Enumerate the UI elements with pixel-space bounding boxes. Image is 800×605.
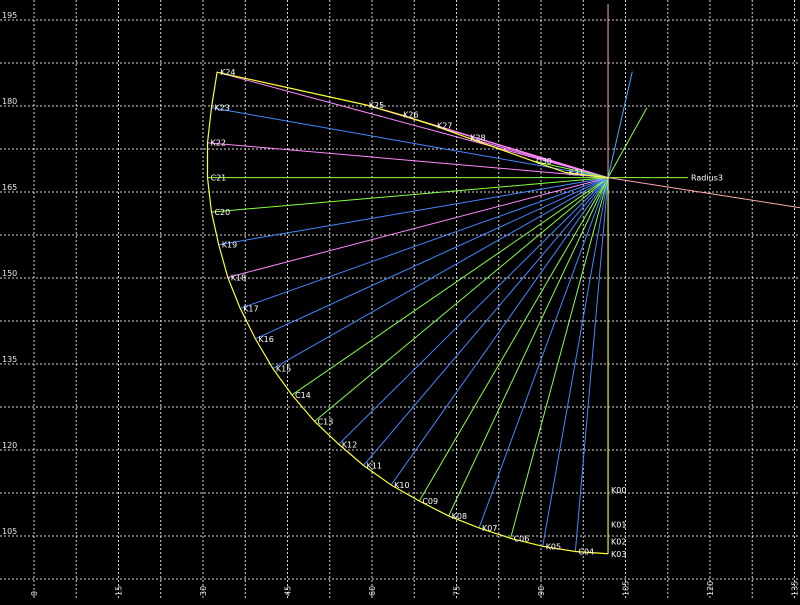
extra-ray: [607, 71, 633, 178]
spoke-line: [211, 177, 609, 213]
point-label: K01: [611, 521, 626, 530]
point-label: K22: [211, 139, 226, 148]
point-label: K08: [452, 512, 467, 521]
spoke-line: [510, 177, 609, 539]
x-tick-label: 90: [537, 586, 546, 596]
point-label: K07: [482, 524, 497, 533]
horizontal-grid: [0, 19, 800, 580]
ray-label: Radius3: [691, 174, 723, 183]
point-label: K00: [611, 486, 626, 495]
point-label: C13: [318, 417, 334, 426]
x-tick-label: 0: [30, 591, 39, 596]
point-label: K23: [214, 104, 229, 113]
point-label: K03: [611, 550, 626, 559]
point-label: K18: [231, 273, 246, 282]
x-tick-label: 30: [199, 586, 208, 596]
plot-canvas[interactable]: 0 15 30 45 60 75 90 105 120 135 195 180 165 150 135 12…: [0, 0, 800, 600]
spoke-line: [574, 177, 609, 552]
point-label: K26: [403, 111, 418, 120]
point-label: K25: [369, 101, 384, 110]
axis-lines: [607, 3, 800, 554]
x-tick-label: 75: [453, 586, 462, 596]
point-label: K10: [394, 481, 409, 490]
point-label: K16: [258, 335, 273, 344]
x-tick-label: 60: [368, 586, 377, 596]
spoke-line: [448, 177, 609, 517]
y-tick-label: 105: [2, 527, 17, 536]
spoke-line: [291, 177, 609, 396]
spoke-line: [255, 177, 609, 340]
point-label: K12: [342, 440, 357, 449]
point-label: K19: [222, 241, 237, 250]
point-label: C09: [422, 497, 438, 506]
point-label: C20: [214, 208, 230, 217]
x-tick-label: 120: [706, 581, 715, 596]
point-label: K05: [546, 542, 561, 551]
x-tick-label: 15: [115, 586, 124, 596]
y-tick-label: 120: [2, 441, 17, 450]
point-labels: K00 K01 K02 K03 C04 K05 C06 K07 K08 C09 K10 K11 K12 C…: [211, 68, 627, 559]
point-label: K27: [437, 121, 452, 130]
plot-svg[interactable]: 0 15 30 45 60 75 90 105 120 135 195 180 165 150 135 12…: [0, 0, 800, 600]
y-tick-label: 180: [2, 97, 17, 106]
y-tick-label: 135: [2, 355, 17, 364]
point-label: C06: [514, 534, 530, 543]
y-tick-label: 150: [2, 269, 17, 278]
point-label: K11: [367, 461, 382, 470]
y-tick-labels: 195 180 165 150 135 120 105: [2, 11, 17, 536]
x-tick-label: 45: [284, 586, 293, 596]
point-label: K15: [276, 365, 291, 374]
extra-ray: [607, 107, 648, 178]
y-tick-label: 195: [2, 11, 17, 20]
spoke-line: [227, 177, 609, 278]
point-label: K17: [243, 304, 258, 313]
point-label: C21: [211, 174, 227, 183]
point-label: K28: [470, 134, 485, 143]
vertical-grid: [33, 0, 795, 600]
point-label: K02: [611, 538, 626, 547]
y-tick-label: 165: [2, 183, 17, 192]
x-tick-label: 105: [622, 581, 631, 596]
x-tick-label: 135: [791, 581, 800, 596]
point-label: K31: [569, 169, 584, 178]
point-label: C14: [295, 391, 311, 400]
point-label: C04: [578, 547, 594, 556]
point-label: K24: [220, 68, 235, 77]
point-label: C30: [536, 157, 552, 166]
